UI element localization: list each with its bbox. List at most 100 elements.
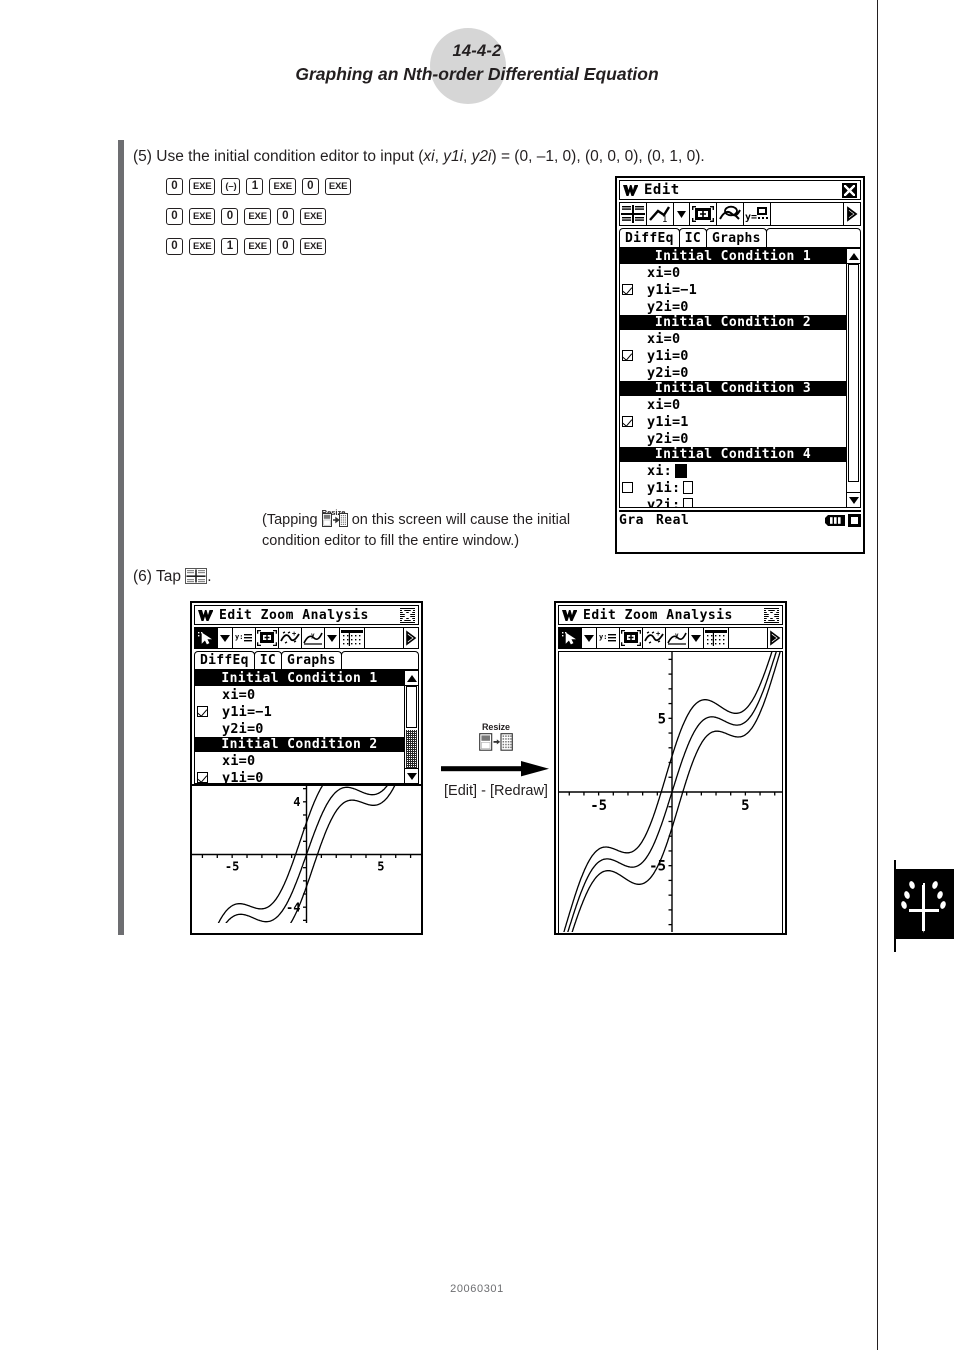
tab-ic[interactable]: IC (253, 651, 283, 669)
slope-field-icon[interactable]: + (280, 630, 300, 646)
close-icon[interactable] (842, 182, 857, 198)
ic-row[interactable]: xi: (620, 462, 846, 479)
toolbar-more-icon[interactable] (844, 203, 860, 225)
scroll-thumb[interactable] (406, 686, 417, 728)
tab-ic[interactable]: IC (678, 228, 708, 247)
trace-analysis-icon[interactable] (718, 205, 742, 223)
toolbar-more-icon[interactable] (767, 628, 782, 648)
graph-full[interactable]: -5 5-55 (559, 652, 783, 932)
toolbar-zoom-box-icon[interactable] (256, 628, 279, 648)
toolbar-dropdown-icon[interactable] (582, 628, 597, 648)
toolbar-table-icon[interactable] (340, 628, 365, 648)
ic-row[interactable]: xi=0 (195, 686, 404, 703)
calculator-screen-full-graph[interactable]: Edit Zoom Analysis y: + y -5 5 -5 5 (554, 601, 787, 935)
ic-row[interactable]: y2i=0 (620, 430, 846, 447)
y-equals-list-icon[interactable]: y: (598, 630, 618, 646)
tab-diffeq[interactable]: DiffEq (619, 228, 680, 247)
ic-row[interactable]: y2i: (620, 496, 846, 507)
ic-checkbox[interactable] (622, 482, 633, 493)
toolbar-analysis-icon[interactable] (717, 203, 744, 225)
ic-checkbox[interactable] (622, 416, 633, 427)
chevron-down-icon[interactable] (690, 630, 702, 646)
chevron-down-icon[interactable] (326, 630, 338, 646)
tab-graphs[interactable]: Graphs (706, 228, 767, 247)
graph-pane-full[interactable]: -5 5 -5 5 (558, 651, 783, 934)
scroll-track[interactable] (405, 686, 418, 768)
ic-row[interactable]: xi=0 (195, 752, 404, 769)
toolbar-graph-type-icon[interactable]: y (666, 628, 689, 648)
ic-checkbox[interactable] (622, 284, 633, 295)
toolbar-table-icon[interactable] (704, 628, 729, 648)
scroll-down-button[interactable] (847, 492, 860, 507)
ic-row[interactable]: y1i=−1 (620, 281, 846, 298)
ic-checkbox[interactable] (622, 350, 633, 361)
toolbar-diffeq-icon[interactable]: + (643, 628, 666, 648)
pointer-arrow-icon[interactable] (196, 630, 216, 646)
toolbar-ic[interactable]: 1 y= (619, 202, 861, 226)
close-icon[interactable] (764, 607, 779, 623)
ic-row[interactable]: y2i=0 (195, 720, 404, 737)
graph-line-icon[interactable]: 1 (648, 205, 672, 223)
scroll-up-button[interactable] (405, 671, 418, 686)
chevron-down-icon[interactable] (675, 205, 688, 223)
tab-graphs[interactable]: Graphs (281, 651, 342, 669)
chevron-down-icon[interactable] (219, 630, 231, 646)
ic-row[interactable]: y1i=1 (620, 413, 846, 430)
ic-row[interactable]: xi=0 (620, 396, 846, 413)
right-chevron-icon[interactable] (405, 630, 417, 646)
graph-pane-split[interactable]: -5 5 -4 4 (192, 784, 421, 923)
text-cursor[interactable] (674, 463, 687, 478)
ic-checkbox[interactable] (197, 772, 208, 783)
ic-row[interactable]: y1i=0 (195, 769, 404, 783)
toolbar-graph-type-icon[interactable]: y (302, 628, 325, 648)
scroll-thumb[interactable] (848, 264, 859, 482)
ic-row[interactable]: y2i=0 (620, 364, 846, 381)
slope-field-icon[interactable]: + (644, 630, 664, 646)
ic-row[interactable]: y1i: (620, 479, 846, 496)
calculator-screen-split-view[interactable]: Edit Zoom Analysis y: + y DiffEq IC Grap… (190, 601, 423, 935)
tabbar-split[interactable]: DiffEq IC Graphs (194, 651, 419, 671)
split-view-icon[interactable] (621, 205, 645, 223)
menu-w-icon[interactable] (198, 609, 213, 621)
right-chevron-icon[interactable] (769, 630, 781, 646)
right-chevron-icon[interactable] (845, 205, 859, 223)
toolbar-dropdown2-icon[interactable] (325, 628, 340, 648)
zoom-box-icon[interactable] (691, 205, 715, 223)
ic-row[interactable]: xi=0 (620, 330, 846, 347)
calculator-screen-ic-editor[interactable]: Edit 1 y= DiffEq IC Graphs Initial Condi… (615, 176, 865, 554)
toolbar-line-graph-icon[interactable]: 1 (647, 203, 674, 225)
toolbar-dropdown-icon[interactable] (674, 203, 690, 225)
scroll-down-button[interactable] (405, 768, 418, 783)
pointer-arrow-icon[interactable] (560, 630, 580, 646)
ic-list-ic-editor[interactable]: Initial Condition 1 xi=0 y1i=−1 y2i=0 Initia… (619, 249, 861, 508)
graph-type-icon[interactable]: y (303, 630, 323, 646)
table-grid-icon[interactable] (341, 630, 363, 646)
graph-split[interactable]: -5 5-44 (192, 786, 421, 923)
toolbar-pointer-icon[interactable] (559, 628, 582, 648)
toolbar-y-list-icon[interactable]: y: (597, 628, 620, 648)
toolbar-zoom-box-icon[interactable] (620, 628, 643, 648)
toolbar-dropdown2-icon[interactable] (689, 628, 704, 648)
scrollbar-ic-editor[interactable] (846, 249, 860, 507)
ic-checkbox[interactable] (197, 706, 208, 717)
chevron-down-icon[interactable] (583, 630, 595, 646)
menu-w-icon[interactable] (623, 184, 638, 196)
empty-field-box[interactable] (683, 481, 694, 494)
ic-row[interactable]: y1i=−1 (195, 703, 404, 720)
close-icon[interactable] (400, 607, 415, 623)
scroll-track[interactable] (847, 264, 860, 492)
empty-field-box[interactable] (683, 498, 694, 507)
toolbar-zoom-box-icon[interactable] (690, 203, 717, 225)
ic-list-split-view[interactable]: Initial Condition 1 xi=0 y1i=−1 y2i=0 Initia… (194, 671, 419, 784)
toolbar-pointer-icon[interactable] (195, 628, 218, 648)
toolbar-diffeq-icon[interactable]: + (279, 628, 302, 648)
zoom-box-icon[interactable] (257, 630, 277, 646)
y-equals-icon[interactable]: y= (745, 205, 769, 223)
tabbar-ic[interactable]: DiffEq IC Graphs (619, 228, 861, 249)
tab-diffeq[interactable]: DiffEq (194, 651, 255, 669)
ic-row[interactable]: y2i=0 (620, 298, 846, 315)
y-equals-list-icon[interactable]: y: (234, 630, 254, 646)
toolbar-dropdown-icon[interactable] (218, 628, 233, 648)
ic-row[interactable]: xi=0 (620, 264, 846, 281)
graph-type-icon[interactable]: y (667, 630, 687, 646)
